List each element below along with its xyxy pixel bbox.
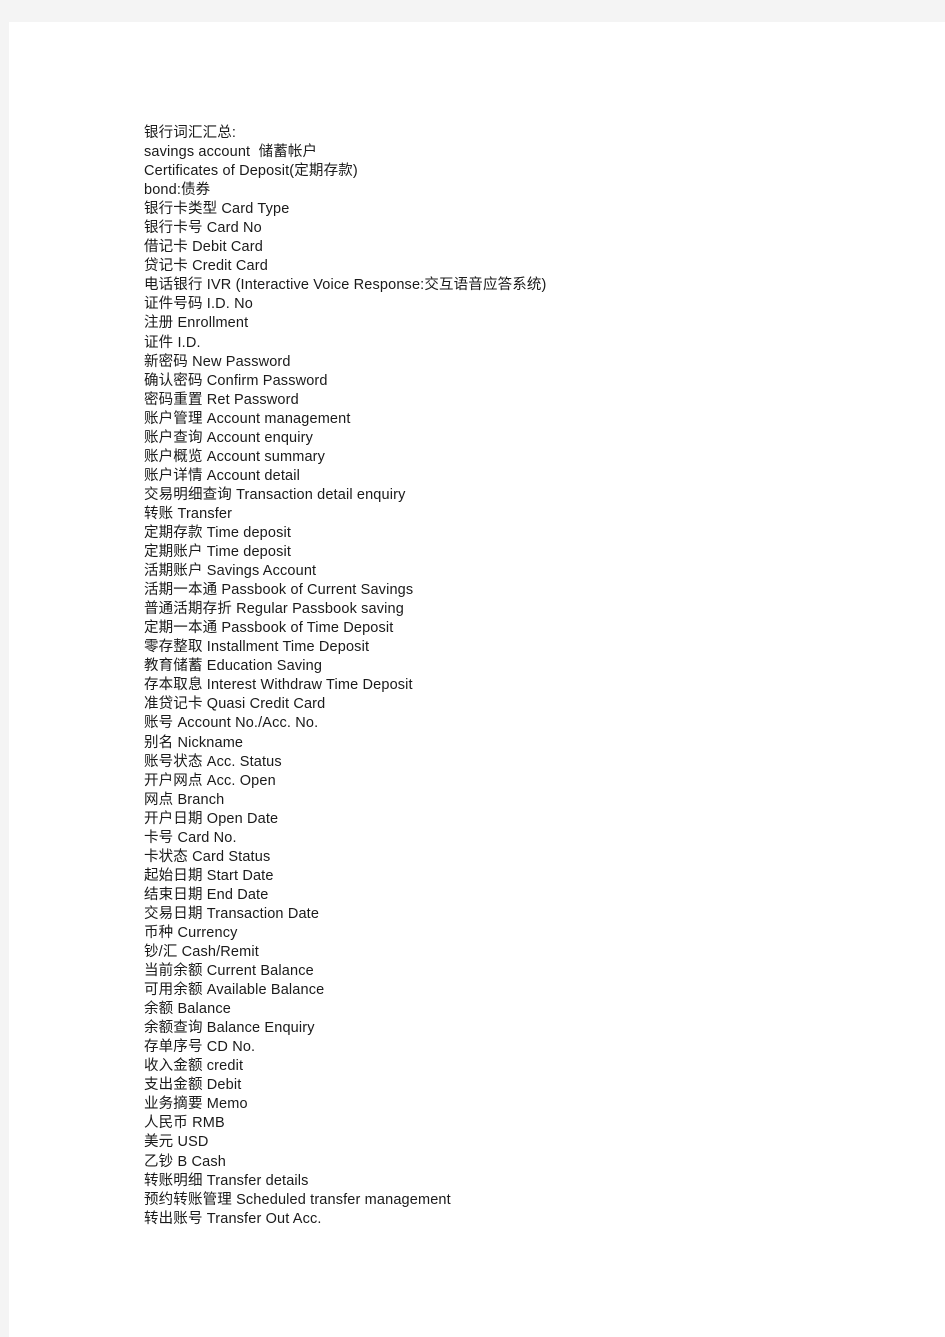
vocabulary-entry: 贷记卡 Credit Card (144, 258, 268, 275)
vocabulary-entry: 开户网点 Acc. Open (144, 772, 276, 789)
document-heading-line: 银行词汇汇总: (144, 125, 237, 141)
vocabulary-entry: 转出账号 Transfer Out Acc. (144, 1210, 322, 1227)
vocabulary-entry: 存单序号 CD No. (144, 1039, 256, 1056)
vocabulary-entry: 教育储蓄 Education Saving (144, 658, 323, 675)
vocabulary-entry: 卡号 Card No. (144, 829, 237, 846)
vocabulary-entry: 注册 Enrollment (144, 315, 249, 332)
vocabulary-entry: 存本取息 Interest Withdraw Time Deposit (144, 677, 413, 694)
vocabulary-entry: 起始日期 Start Date (144, 867, 274, 884)
vocabulary-entry: 零存整取 Installment Time Deposit (144, 639, 370, 656)
vocabulary-entry: savings account 储蓄帐户 (144, 144, 318, 161)
vocabulary-entry: 当前余额 Current Balance (144, 963, 314, 980)
vocabulary-entry: 转账 Transfer (144, 505, 233, 522)
document-viewport: 银行词汇汇总: savings account 储蓄帐户 Certificates … (0, 0, 945, 1337)
vocabulary-entry: 电话银行 IVR (Interactive Voice Response:交互语… (144, 277, 547, 294)
banking-vocabulary-list: 银行词汇汇总: savings account 储蓄帐户 Certificates … (144, 124, 904, 1229)
vocabulary-entry: 交易明细查询 Transaction detail enquiry (144, 486, 406, 503)
vocabulary-entry: 网点 Branch (144, 791, 225, 808)
vocabulary-entry: 定期一本通 Passbook of Time Deposit (144, 620, 394, 637)
vocabulary-entry: 业务摘要 Memo (144, 1096, 248, 1113)
vocabulary-entry: 活期一本通 Passbook of Current Savings (144, 582, 414, 599)
vocabulary-entry: 收入金额 credit (144, 1058, 244, 1075)
vocabulary-entry: 借记卡 Debit Card (144, 239, 263, 256)
vocabulary-entry: 新密码 New Password (144, 353, 291, 370)
vocabulary-entry: 转账明细 Transfer details (144, 1172, 309, 1189)
vocabulary-entry: 人民币 RMB (144, 1115, 225, 1132)
vocabulary-entry: 乙钞 B Cash (144, 1153, 226, 1170)
vocabulary-entry: 账户详情 Account detail (144, 467, 300, 484)
document-page: 银行词汇汇总: savings account 储蓄帐户 Certificates … (9, 22, 945, 1337)
vocabulary-entry: 余额 Balance (144, 1001, 231, 1018)
vocabulary-entry: 结束日期 End Date (144, 886, 269, 903)
vocabulary-entry: 卡状态 Card Status (144, 848, 271, 865)
vocabulary-entry: 钞/汇 Cash/Remit (144, 944, 259, 961)
vocabulary-entry: 银行卡号 Card No (144, 220, 262, 237)
vocabulary-entry: 预约转账管理 Scheduled transfer management (144, 1191, 451, 1208)
vocabulary-entry: 定期存款 Time deposit (144, 524, 292, 541)
vocabulary-entry: 可用余额 Available Balance (144, 982, 325, 999)
vocabulary-entry: 账户概览 Account summary (144, 448, 326, 465)
vocabulary-entry: 密码重置 Ret Password (144, 391, 299, 408)
vocabulary-entry: 银行卡类型 Card Type (144, 201, 290, 218)
vocabulary-entry: 定期账户 Time deposit (144, 544, 292, 561)
vocabulary-entry: 美元 USD (144, 1134, 209, 1151)
vocabulary-entry: 账户管理 Account management (144, 410, 351, 427)
vocabulary-entry: 证件 I.D. (144, 334, 201, 351)
vocabulary-entry: 交易日期 Transaction Date (144, 905, 320, 922)
vocabulary-entry: 确认密码 Confirm Password (144, 372, 328, 389)
vocabulary-entry: 活期账户 Savings Account (144, 563, 317, 580)
vocabulary-entry: 开户日期 Open Date (144, 810, 279, 827)
vocabulary-entry: 余额查询 Balance Enquiry (144, 1020, 315, 1037)
document-text-body: 银行词汇汇总: savings account 储蓄帐户 Certificates … (144, 124, 904, 1229)
vocabulary-entry: 币种 Currency (144, 924, 238, 941)
vocabulary-entry: Certificates of Deposit(定期存款) (144, 163, 358, 180)
vocabulary-entry: 准贷记卡 Quasi Credit Card (144, 696, 326, 713)
vocabulary-entry: bond:债券 (144, 182, 211, 199)
vocabulary-entry: 证件号码 I.D. No (144, 296, 253, 313)
vocabulary-entry: 别名 Nickname (144, 734, 244, 751)
vocabulary-entry: 支出金额 Debit (144, 1077, 242, 1094)
vocabulary-entry: 账户查询 Account enquiry (144, 429, 314, 446)
vocabulary-entry: 普通活期存折 Regular Passbook saving (144, 601, 404, 618)
vocabulary-entry: 账号状态 Acc. Status (144, 753, 282, 770)
vocabulary-entry: 账号 Account No./Acc. No. (144, 715, 319, 732)
